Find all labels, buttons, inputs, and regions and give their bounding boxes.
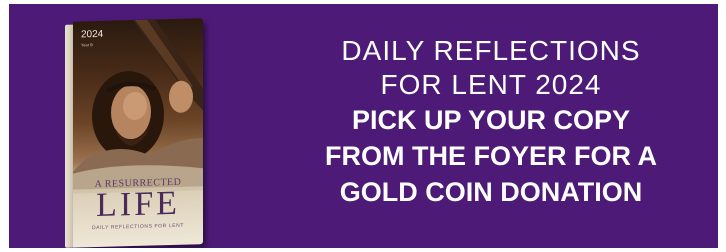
promo-text: DAILY REFLECTIONS FOR LENT 2024 PICK UP … bbox=[264, 34, 718, 210]
book-year: 2024 bbox=[81, 28, 104, 41]
headline-line-2: FOR LENT 2024 bbox=[380, 69, 602, 100]
book-cover: 2024 Year B A RESURRECTED LIFE DAILY REF… bbox=[73, 18, 203, 248]
book-year-subtitle: Year B bbox=[81, 42, 93, 48]
book-image: 2024 Year B A RESURRECTED LIFE DAILY REF… bbox=[65, 18, 203, 248]
promo-banner: 2024 Year B A RESURRECTED LIFE DAILY REF… bbox=[9, 4, 718, 248]
message-line-3: GOLD COIN DONATION bbox=[339, 177, 643, 207]
message-line-2: FROM THE FOYER FOR A bbox=[325, 141, 657, 171]
headline-line-1: DAILY REFLECTIONS bbox=[341, 35, 641, 66]
message-line-1: PICK UP YOUR COPY bbox=[351, 105, 631, 135]
book-title-large: LIFE bbox=[96, 184, 180, 224]
